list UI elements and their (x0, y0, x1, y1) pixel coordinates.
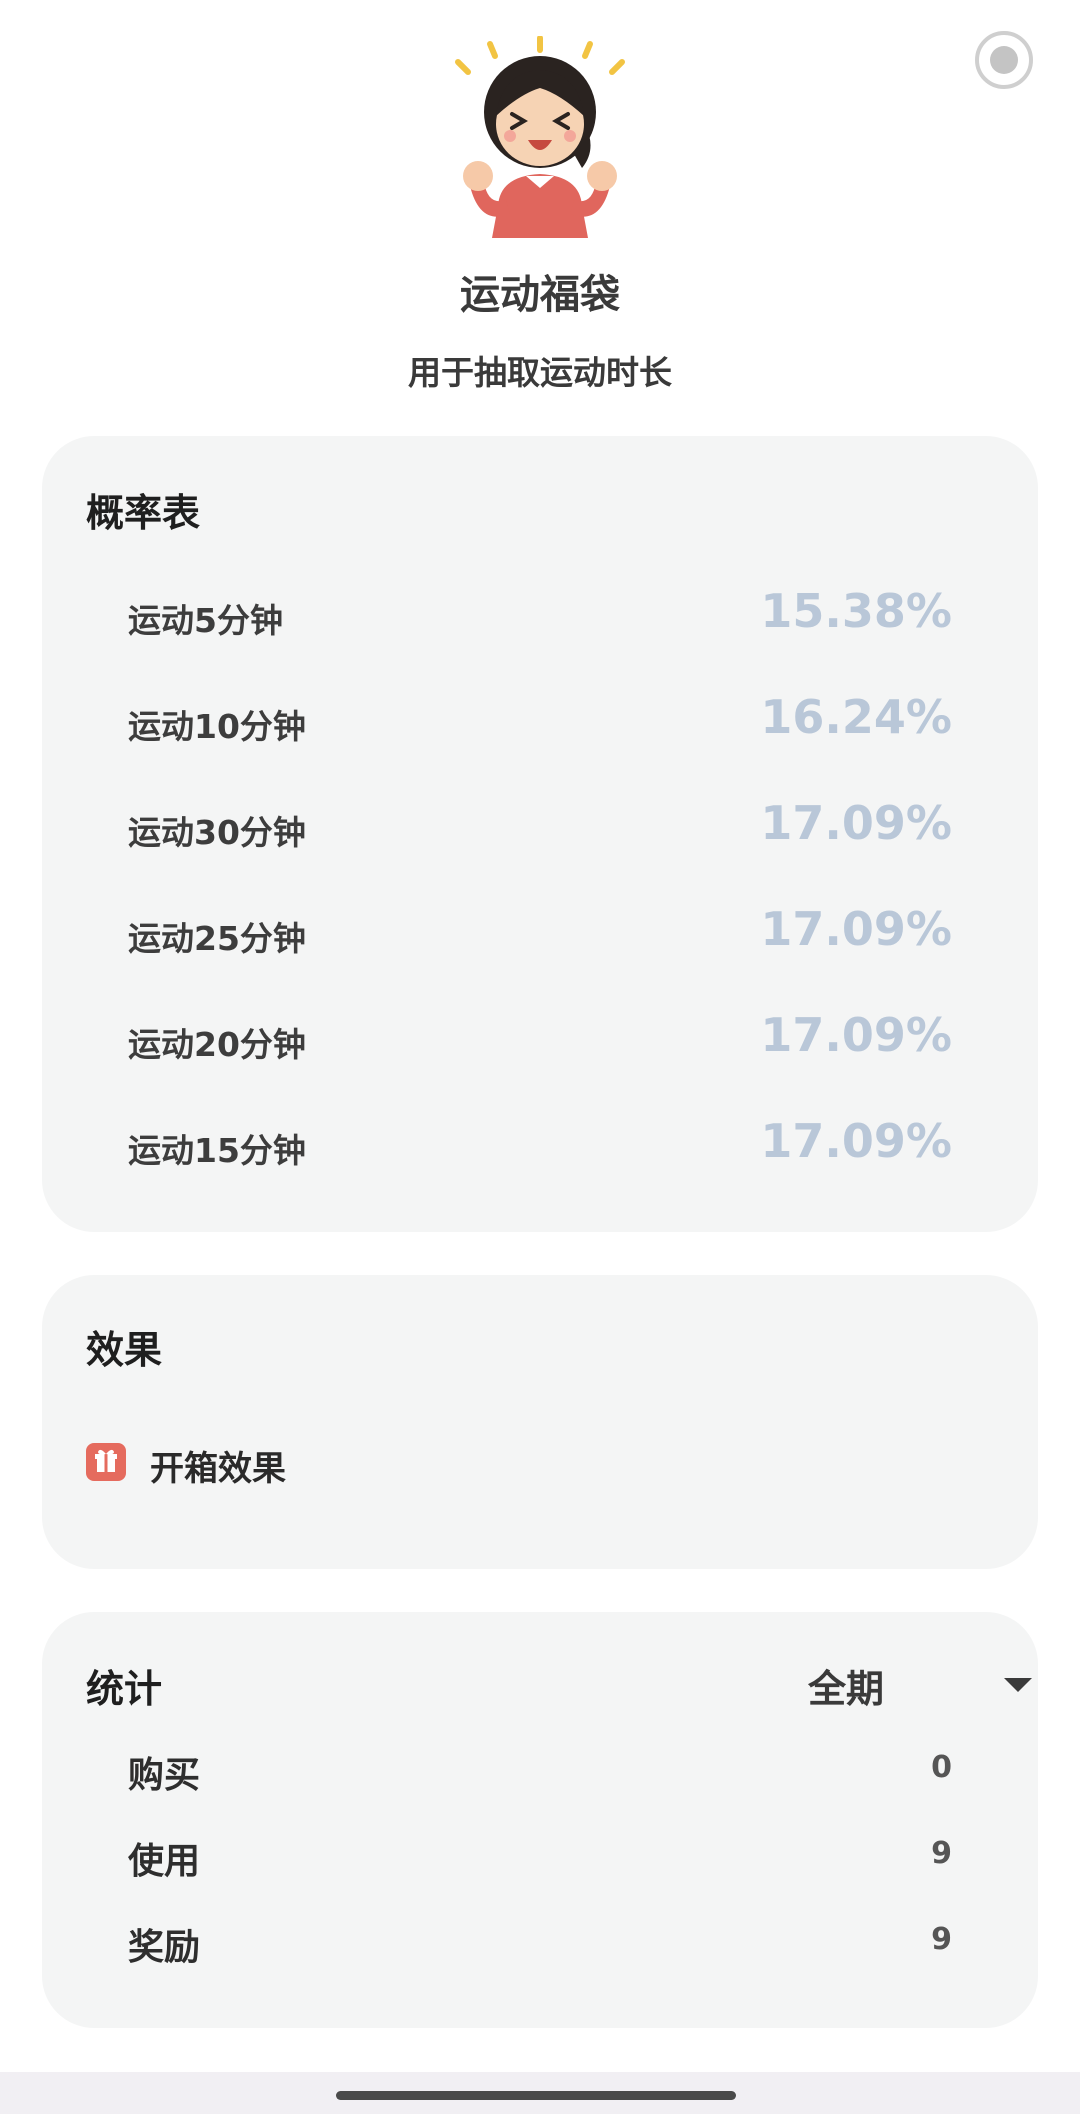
probability-card: 概率表 运动5分钟 15.38% 运动10分钟 16.24% 运动30分钟 17… (42, 436, 1038, 1232)
probability-label: 运动10分钟 (128, 707, 306, 746)
stat-label: 使用 (128, 1841, 201, 1882)
excited-girl-illustration (455, 36, 625, 238)
stats-title: 统计 (86, 1667, 163, 1711)
probability-row: 运动5分钟 15.38% (128, 584, 952, 644)
caret-down-icon (1004, 1678, 1032, 1692)
probability-label: 运动30分钟 (128, 813, 306, 852)
probability-value: 17.09% (760, 902, 952, 956)
probability-row: 运动10分钟 16.24% (128, 690, 952, 750)
radio-dot (990, 46, 1018, 74)
probability-label: 运动25分钟 (128, 919, 306, 958)
probability-value: 15.38% (760, 584, 952, 638)
probability-value: 17.09% (760, 796, 952, 850)
period-dropdown[interactable]: 全期 (808, 1658, 1038, 1718)
radio-button-icon[interactable] (975, 31, 1033, 89)
page-title: 运动福袋 (460, 272, 620, 318)
period-value: 全期 (808, 1667, 885, 1711)
probability-label: 运动15分钟 (128, 1131, 306, 1170)
stat-row: 使用 9 (128, 1832, 952, 1882)
probability-value: 17.09% (760, 1008, 952, 1062)
probability-row: 运动15分钟 17.09% (128, 1114, 952, 1174)
effect-title: 效果 (86, 1328, 163, 1372)
open-box-effect-label: 开箱效果 (150, 1449, 286, 1489)
stat-value: 9 (931, 1836, 952, 1871)
probability-title: 概率表 (86, 491, 201, 535)
probability-label: 运动5分钟 (128, 601, 283, 640)
gift-icon (86, 1443, 126, 1481)
probability-row: 运动20分钟 17.09% (128, 1008, 952, 1068)
effect-card: 效果 开箱效果 (42, 1275, 1038, 1569)
home-indicator[interactable] (336, 2091, 736, 2100)
stat-label: 奖励 (128, 1927, 201, 1968)
stat-label: 购买 (128, 1755, 201, 1796)
stat-row: 购买 0 (128, 1746, 952, 1796)
probability-label: 运动20分钟 (128, 1025, 306, 1064)
stats-card: 统计 全期 购买 0 使用 9 奖励 9 (42, 1612, 1038, 2028)
stat-value: 9 (931, 1922, 952, 1957)
page-subtitle: 用于抽取运动时长 (408, 353, 672, 392)
probability-row: 运动25分钟 17.09% (128, 902, 952, 962)
item-detail-sheet: 运动福袋 用于抽取运动时长 概率表 运动5分钟 15.38% 运动10分钟 16… (0, 0, 1080, 2072)
stat-value: 0 (931, 1750, 952, 1785)
probability-value: 17.09% (760, 1114, 952, 1168)
probability-row: 运动30分钟 17.09% (128, 796, 952, 856)
stat-row: 奖励 9 (128, 1918, 952, 1968)
probability-value: 16.24% (760, 690, 952, 744)
